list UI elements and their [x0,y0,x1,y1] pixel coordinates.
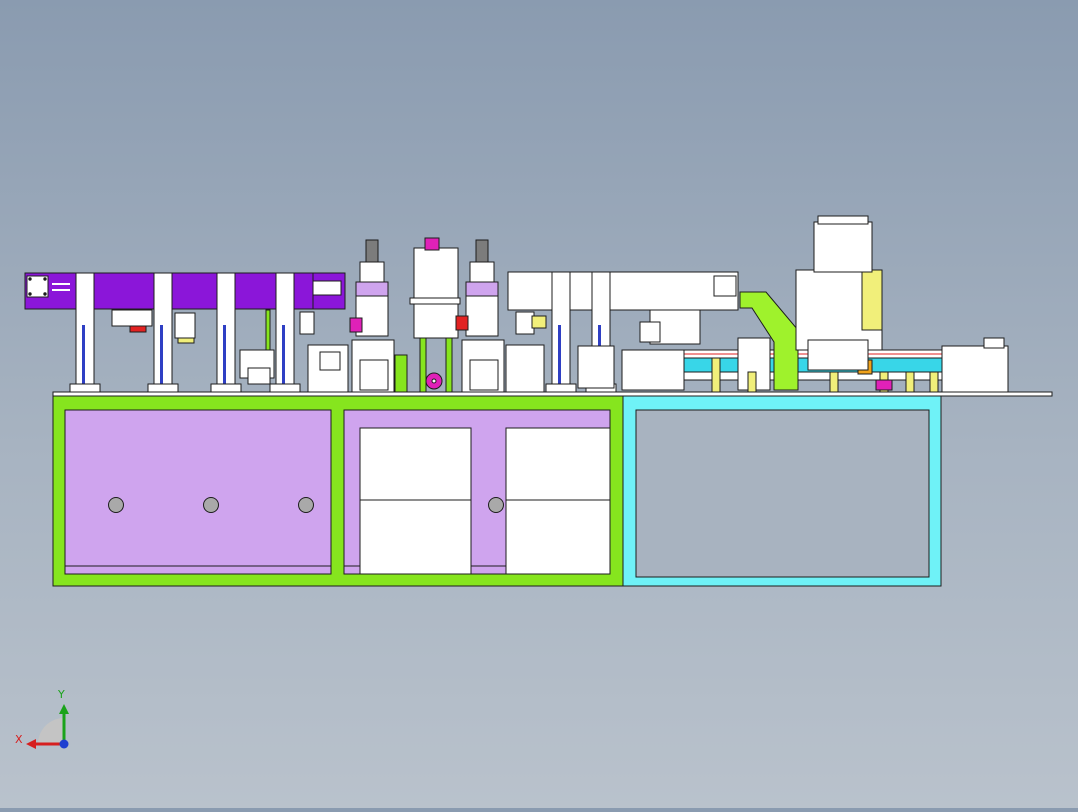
door-knob [203,497,219,513]
door-knob [108,497,124,513]
drawer-lower-right [505,499,611,575]
x-axis-label: X [15,733,23,746]
tooling-heads [307,237,547,393]
triad-quadrant [38,718,64,744]
drawer-upper-left [359,427,472,501]
blue-slot [282,325,285,385]
door-knob [488,497,504,513]
end-box [941,345,1009,393]
y-axis-label: Y [58,688,65,701]
blue-slot [223,325,226,385]
z-axis-dot [59,739,69,749]
left-door-panel [64,409,332,575]
drawer-upper-right [505,427,611,501]
center-column [413,247,459,339]
white-beam [507,271,739,311]
coordinate-triad [26,704,69,749]
dark-actuator [475,239,489,263]
x-axis-arrow [26,739,36,749]
base-cabinet [52,391,1053,587]
machine-assembly-drawing [24,215,1053,749]
left-purple-gantry [24,272,346,393]
table-top-plate [52,391,1053,397]
feeder-motor [813,221,873,273]
cad-viewport[interactable]: X Y [0,0,1078,808]
y-axis-arrow [59,704,69,714]
cyan-window-panel [635,409,930,578]
blue-slot [160,325,163,385]
dark-actuator [365,239,379,263]
door-knob [298,497,314,513]
blue-slot [558,325,561,385]
blue-slot [82,325,85,385]
drawer-lower-left [359,499,472,575]
